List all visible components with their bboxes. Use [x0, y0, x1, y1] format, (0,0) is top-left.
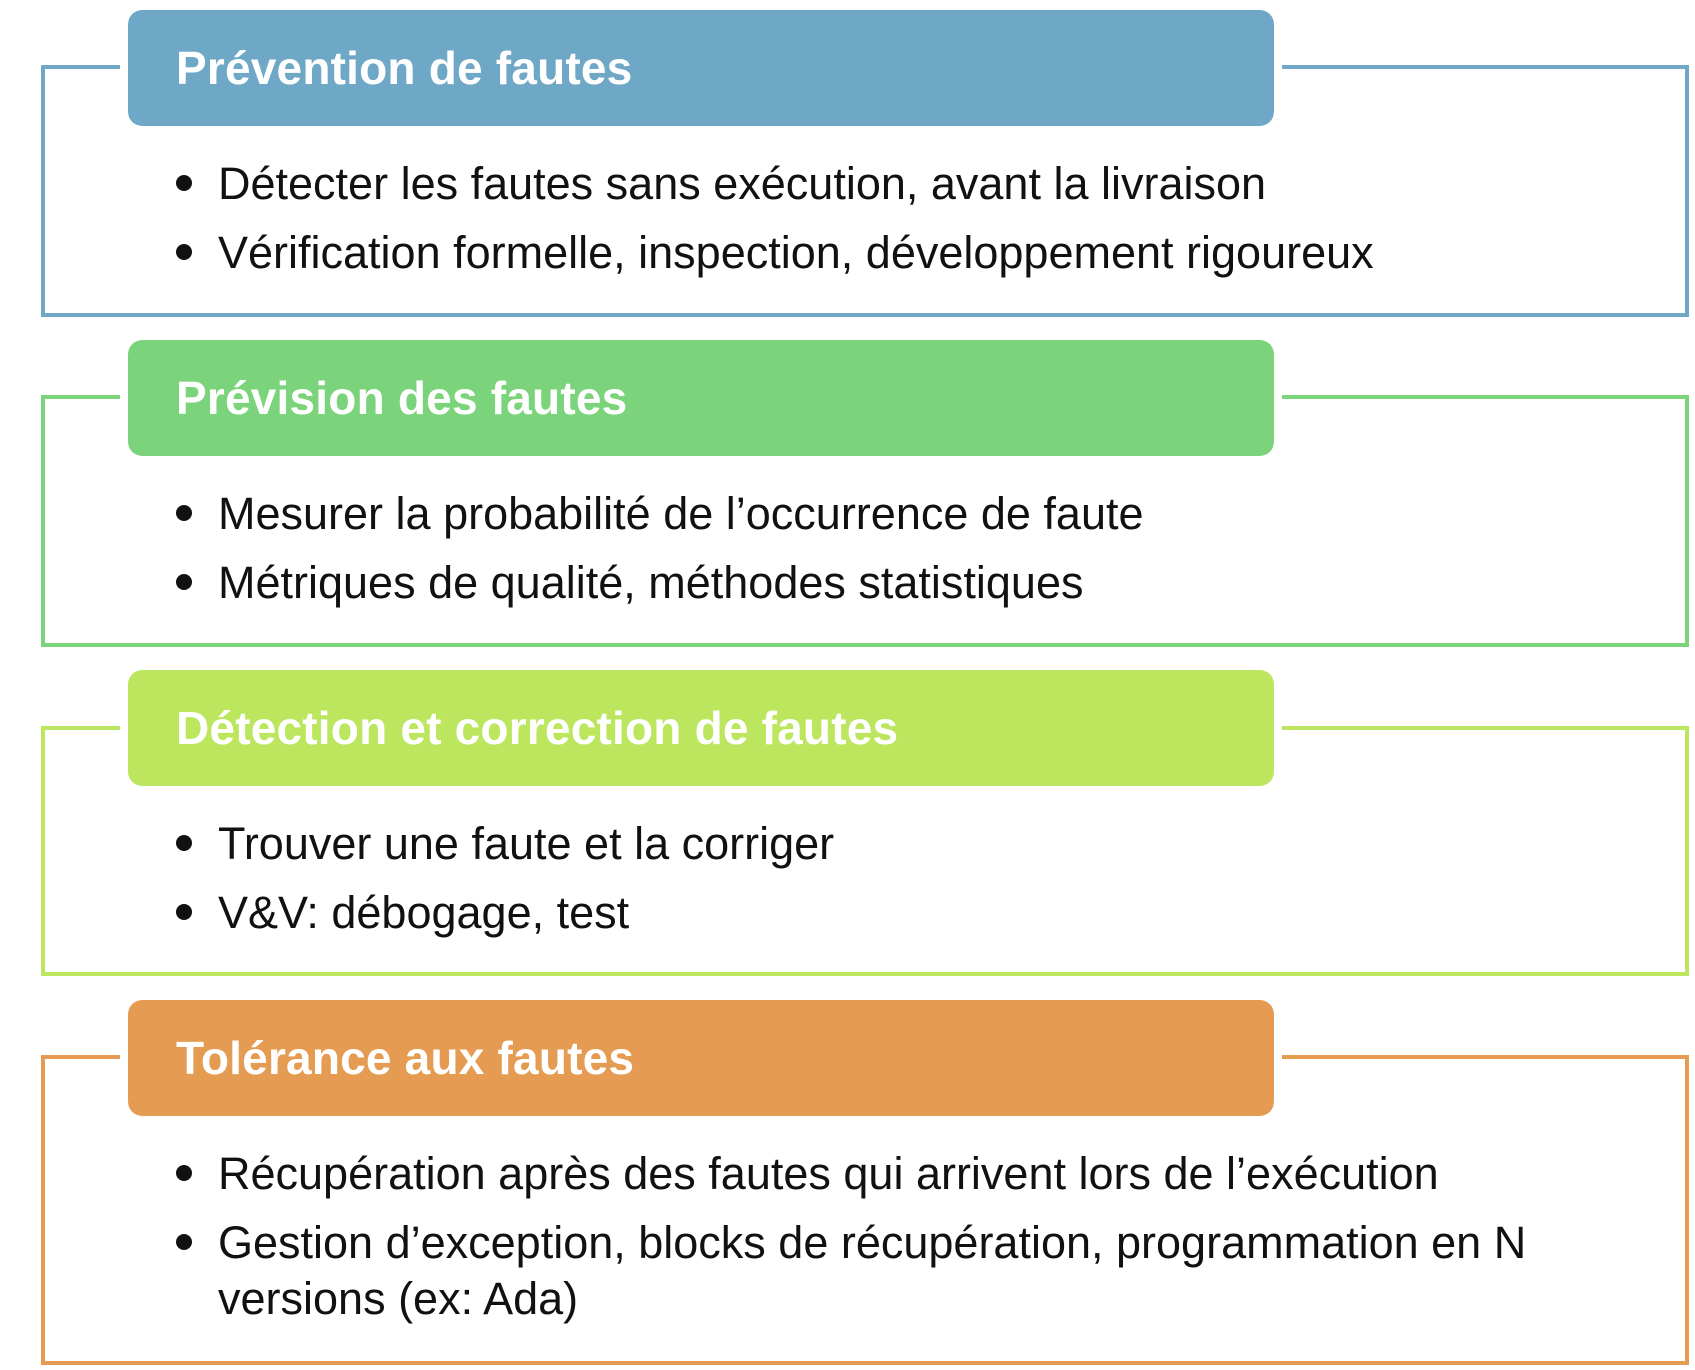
section-title: Tolérance aux fautes	[176, 1032, 635, 1084]
bullet-dot-icon	[176, 175, 192, 191]
bullet-dot-icon	[176, 835, 192, 851]
section-header-tolerance: Tolérance aux fautes	[120, 992, 1282, 1124]
list-item: Métriques de qualité, méthodes statistiq…	[170, 555, 1630, 611]
bullet-list: Mesurer la probabilité de l’occurrence d…	[170, 486, 1630, 624]
bullet-dot-icon	[176, 244, 192, 260]
bullet-dot-icon	[176, 505, 192, 521]
bullet-dot-icon	[176, 1165, 192, 1181]
section-title: Prévention de fautes	[176, 42, 633, 94]
section-header-prevention: Prévention de fautes	[120, 2, 1282, 134]
bullet-list: Trouver une faute et la corriger V&V: dé…	[170, 816, 1630, 954]
list-item-text: Métriques de qualité, méthodes statistiq…	[218, 557, 1084, 608]
bullet-dot-icon	[176, 904, 192, 920]
list-item: Mesurer la probabilité de l’occurrence d…	[170, 486, 1630, 542]
list-item: Trouver une faute et la corriger	[170, 816, 1630, 872]
list-item: V&V: débogage, test	[170, 885, 1630, 941]
list-item: Vérification formelle, inspection, dével…	[170, 225, 1630, 281]
section-title: Détection et correction de fautes	[176, 702, 899, 754]
bullet-dot-icon	[176, 574, 192, 590]
list-item-text: Mesurer la probabilité de l’occurrence d…	[218, 488, 1144, 539]
list-item-text: Gestion d’exception, blocks de récupérat…	[218, 1217, 1527, 1324]
list-item-text: Détecter les fautes sans exécution, avan…	[218, 158, 1267, 209]
list-item: Gestion d’exception, blocks de récupérat…	[170, 1215, 1560, 1327]
bullet-list: Détecter les fautes sans exécution, avan…	[170, 156, 1630, 294]
section-title: Prévision des fautes	[176, 372, 628, 424]
list-item-text: V&V: débogage, test	[218, 887, 630, 938]
bullet-list: Récupération après des fautes qui arrive…	[170, 1146, 1560, 1340]
section-header-detection: Détection et correction de fautes	[120, 662, 1282, 794]
list-item: Récupération après des fautes qui arrive…	[170, 1146, 1560, 1202]
list-item: Détecter les fautes sans exécution, avan…	[170, 156, 1630, 212]
list-item-text: Vérification formelle, inspection, dével…	[218, 227, 1374, 278]
list-item-text: Récupération après des fautes qui arrive…	[218, 1148, 1439, 1199]
list-item-text: Trouver une faute et la corriger	[218, 818, 835, 869]
bullet-dot-icon	[176, 1234, 192, 1250]
section-header-prevision: Prévision des fautes	[120, 332, 1282, 464]
